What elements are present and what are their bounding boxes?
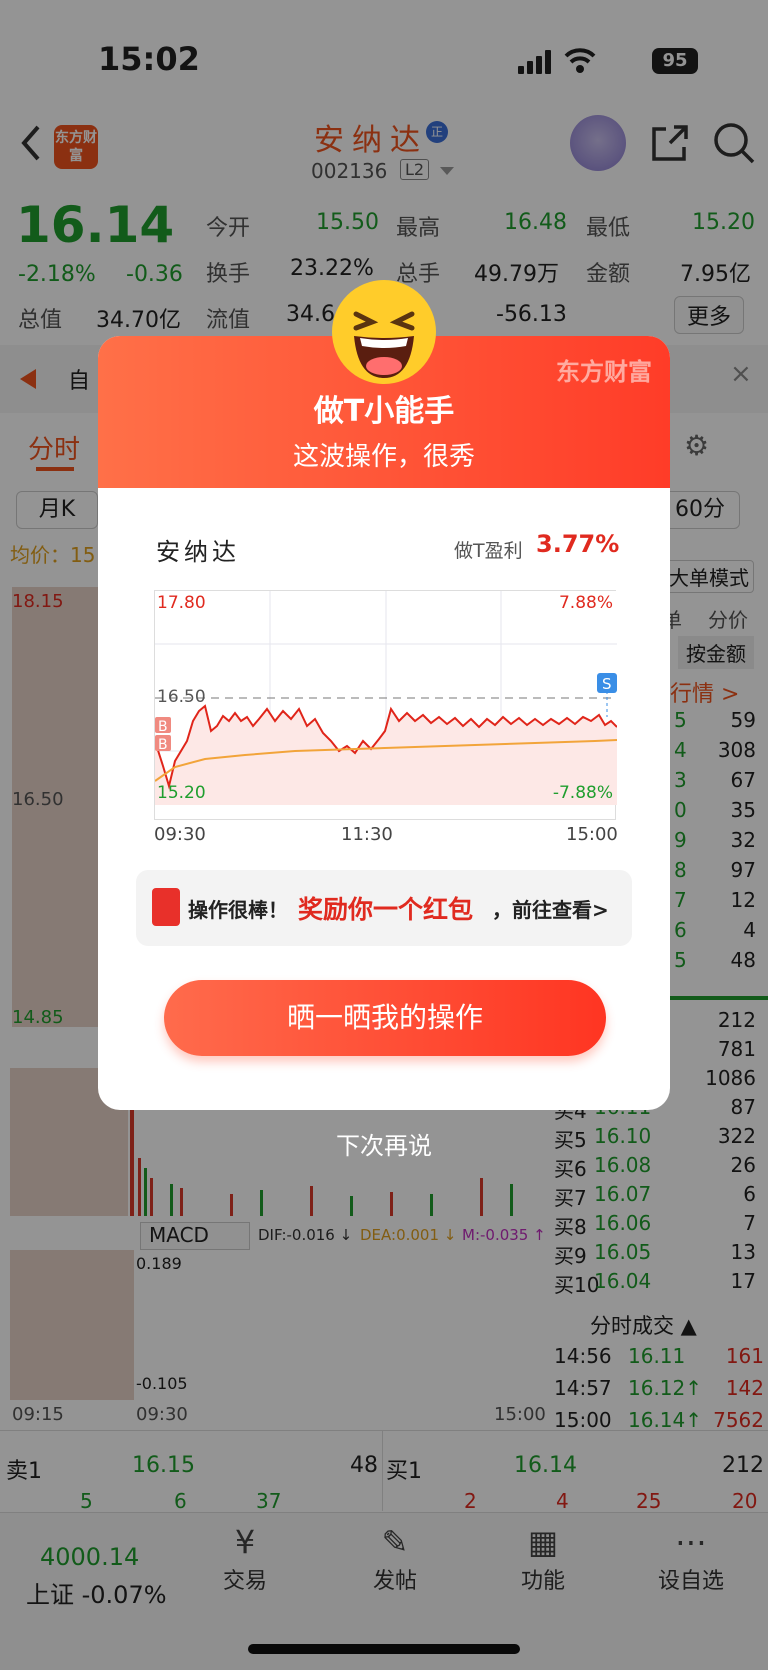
modal-brand-watermark: 东方财富: [556, 358, 652, 386]
mini-pct-low: -7.88%: [552, 783, 613, 803]
trade-mini-chart: S B B 17.80 16.50 15.20 7.88% -7.88%: [154, 590, 618, 820]
reward-suffix: ，前往查看>: [492, 898, 609, 922]
profit-value: 3.77%: [536, 530, 620, 558]
svg-text:B: B: [158, 719, 168, 735]
mini-chart-svg: S B B: [154, 591, 618, 805]
mini-x-mid: 11:30: [341, 824, 393, 845]
reward-main: 奖励你一个红包: [298, 895, 474, 924]
mini-y-mid: 16.50: [157, 687, 206, 707]
laughing-emoji-icon: [332, 280, 436, 384]
reward-prefix: 操作很棒！: [188, 898, 288, 922]
modal-stock-name: 安纳达: [156, 538, 240, 566]
svg-text:S: S: [602, 675, 612, 693]
profit-modal: 东方财富 做T小能手 这波操作，很秀 安纳达 做T盈利 3.77% S B B …: [98, 336, 670, 1110]
profit-label: 做T盈利: [454, 540, 523, 562]
mini-y-low: 15.20: [157, 783, 206, 803]
dismiss-later-link[interactable]: 下次再说: [0, 1126, 768, 1161]
svg-text:B: B: [158, 737, 168, 753]
red-packet-icon: [152, 888, 180, 926]
modal-subtitle: 这波操作，很秀: [292, 442, 475, 472]
mini-y-high: 17.80: [157, 593, 206, 613]
share-operation-button[interactable]: 晒一晒我的操作: [164, 980, 606, 1056]
mini-x-start: 09:30: [154, 824, 206, 845]
red-packet-banner[interactable]: 操作很棒！ 奖励你一个红包 ，前往查看>: [136, 870, 632, 946]
mini-pct-high: 7.88%: [558, 593, 613, 613]
mini-x-end: 15:00: [566, 824, 618, 845]
modal-title: 做T小能手: [313, 394, 455, 429]
